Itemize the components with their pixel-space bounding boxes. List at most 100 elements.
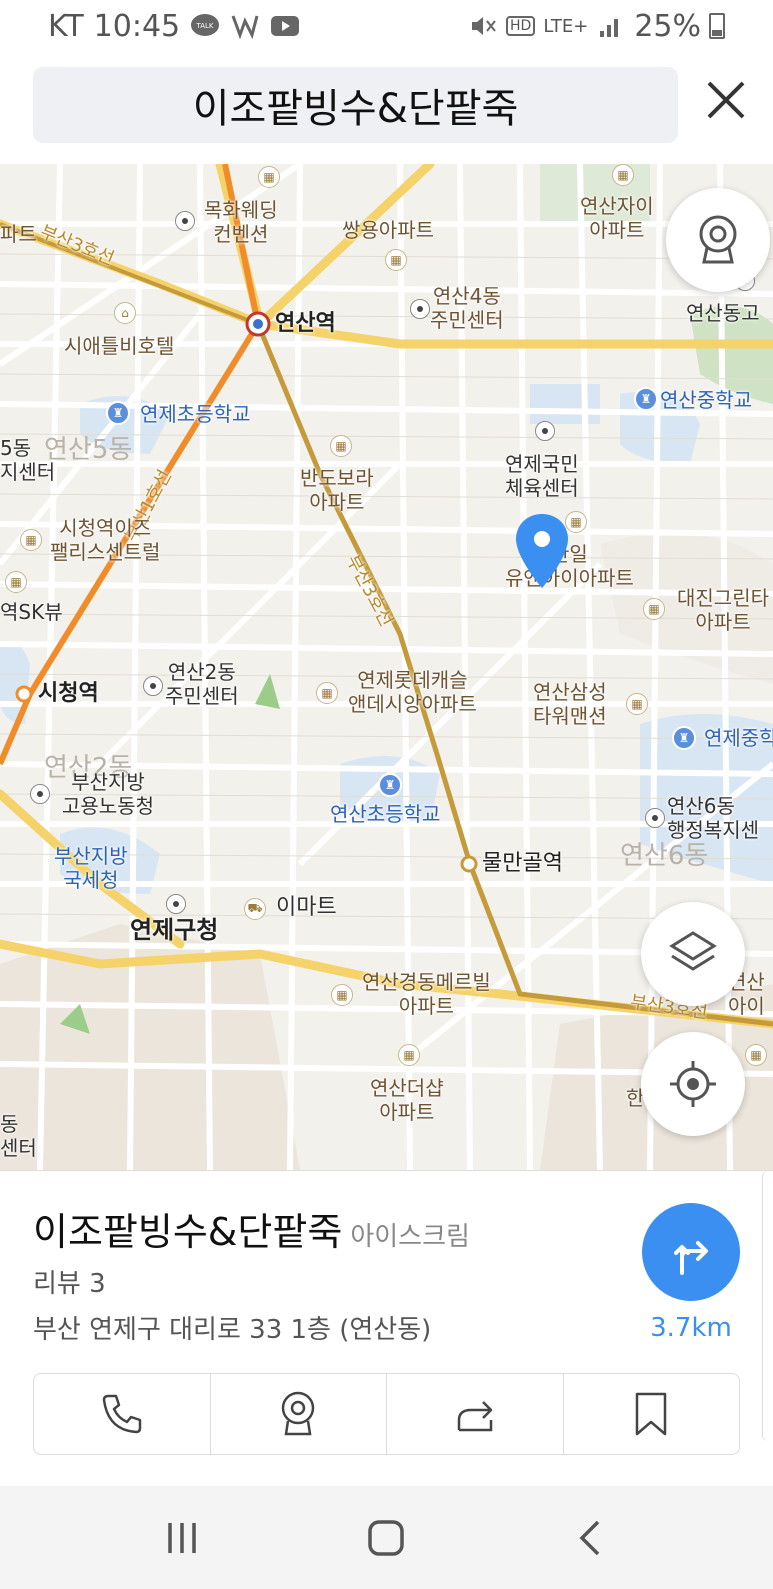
apartment-icon: ▦ — [5, 571, 27, 593]
map-label: 시청역이즈 팰리스센트럴 — [50, 516, 161, 564]
battery-percent-text: 25% — [634, 8, 701, 44]
map-label: 파트 — [0, 222, 37, 246]
map-label: 동 센터 — [0, 1112, 37, 1160]
street-view-icon — [282, 1391, 315, 1436]
place-info-card[interactable]: 이조팥빙수&단팥죽 아이스크림 리뷰 3 부산 연제구 대리로 33 1층 (연산… — [0, 1170, 773, 1486]
map-label: 연산삼성 타워맨션 — [533, 680, 607, 728]
talk-badge-text: TALK — [196, 22, 214, 30]
map-label: 연산2동 주민센터 — [165, 660, 239, 708]
map-label: 이마트 — [276, 895, 337, 920]
building-icon — [645, 808, 665, 828]
map-label: 연산4동 주민센터 — [430, 284, 504, 332]
clock-text: 10:45 — [93, 8, 181, 44]
apartment-icon: ▦ — [331, 984, 353, 1006]
map-label: 연산중학교 — [660, 388, 752, 412]
apartment-icon: ▦ — [258, 166, 280, 188]
apartment-icon: ▦ — [316, 682, 338, 704]
apartment-icon: ▦ — [626, 693, 648, 715]
apartment-icon: ▦ — [612, 164, 634, 186]
roadview-button[interactable] — [211, 1374, 387, 1454]
network-type-text: LTE+ — [543, 15, 589, 37]
apartment-icon: ▦ — [385, 249, 407, 271]
hd-badge: HD — [506, 16, 536, 36]
school-icon: ♜ — [634, 387, 658, 411]
map-label: 시애틀비호텔 — [64, 334, 175, 358]
street-view-button[interactable] — [666, 188, 770, 292]
school-icon: ♜ — [106, 401, 130, 425]
building-icon — [166, 894, 186, 914]
place-address: 부산 연제구 대리로 33 1층 (연산동) — [33, 1315, 432, 1345]
back-button[interactable] — [561, 1508, 621, 1568]
share-button[interactable] — [387, 1374, 564, 1454]
my-location-button[interactable] — [641, 1032, 745, 1136]
school-icon: ♜ — [672, 726, 696, 750]
apartment-icon: ▦ — [20, 529, 42, 551]
map-label: 5동 지센터 — [0, 436, 56, 484]
building-icon — [535, 421, 555, 441]
home-icon — [368, 1519, 405, 1556]
distance-text: 3.7km — [650, 1313, 732, 1343]
map-label: 연산6동 행정복지센 — [667, 794, 759, 842]
building-icon — [175, 211, 195, 231]
map-label: 연산더샵 아파트 — [370, 1076, 444, 1124]
layers-button[interactable] — [641, 902, 745, 1006]
share-icon — [457, 1401, 492, 1432]
search-area: 이조팥빙수&단팥죽 — [0, 52, 773, 164]
back-icon — [579, 1520, 600, 1555]
phone-icon — [102, 1394, 141, 1434]
directions-icon — [674, 1241, 708, 1275]
location-pin-icon[interactable] — [514, 512, 570, 590]
youtube-icon — [270, 11, 300, 41]
carrier-text: KT — [48, 8, 84, 44]
map-label: 연산5동 — [44, 435, 133, 465]
map-label: 연산경동메르빌 아파트 — [362, 970, 491, 1018]
map-label: 대진그린타 아파트 — [677, 586, 769, 634]
map-label: 연제중학 — [704, 726, 773, 750]
review-count[interactable]: 리뷰 3 — [33, 1263, 106, 1300]
layers-icon — [669, 931, 717, 971]
map-label-station: 물만골역 — [482, 851, 563, 876]
close-icon — [707, 81, 745, 119]
action-bar — [33, 1373, 740, 1455]
map-label: 연산6동 — [620, 841, 709, 871]
school-icon: ♜ — [378, 773, 402, 797]
talk-icon: TALK — [190, 11, 220, 41]
map-label: 반도보라 아파트 — [300, 466, 374, 514]
map-label-station: 시청역 — [38, 681, 99, 706]
building-icon — [143, 676, 163, 696]
next-card-edge[interactable] — [762, 1171, 773, 1441]
map-label: 역SK뷰 — [0, 600, 63, 624]
map-label-station: 연제구청 — [130, 916, 219, 944]
map-label: 연제국민 체육센터 — [505, 452, 579, 500]
crosshair-icon — [670, 1061, 716, 1107]
status-right: HD LTE+ 25% — [468, 9, 725, 44]
map-label: 연제롯데캐슬 앤데시앙아파트 — [348, 668, 477, 716]
apartment-icon: ▦ — [745, 1044, 767, 1066]
status-bar: KT 10:45 TALK HD LTE+ 25% — [0, 0, 773, 52]
apartment-icon: ▦ — [398, 1044, 420, 1066]
map-label: 목화웨딩 컨벤션 — [204, 198, 278, 246]
building-icon — [410, 299, 430, 319]
map-label: 연산동고 — [686, 301, 760, 325]
battery-icon — [709, 13, 725, 39]
search-box[interactable]: 이조팥빙수&단팥죽 — [33, 67, 678, 143]
apartment-icon: ▦ — [330, 435, 352, 457]
bookmark-button[interactable] — [564, 1374, 740, 1454]
place-category: 아이스크림 — [350, 1222, 470, 1252]
directions-button[interactable] — [642, 1203, 740, 1301]
system-nav-bar — [0, 1486, 773, 1589]
street-view-icon — [699, 215, 737, 264]
recent-apps-button[interactable] — [152, 1508, 212, 1568]
map-label-station: 연산역 — [275, 311, 336, 336]
home-button[interactable] — [356, 1508, 416, 1568]
place-title[interactable]: 이조팥빙수&단팥죽 아이스크림 — [33, 1201, 470, 1256]
map-label: 쌍용아파트 — [342, 218, 434, 242]
map-view[interactable]: ▦ ▦ ▦ ⌂ ♜ ♜ ▦ ▦ ▦ ▦ ▦ ▦ ▦ ♜ ♜ ⛟ ▦ ▦ ▦ 목화… — [0, 164, 773, 1170]
hotel-icon: ⌂ — [114, 302, 136, 324]
map-label: 부산지방 고용노동청 — [62, 770, 154, 818]
call-button[interactable] — [34, 1374, 211, 1454]
place-name: 이조팥빙수&단팥죽 — [33, 1210, 343, 1254]
signal-icon — [596, 11, 626, 41]
data-saver-icon — [230, 11, 260, 41]
close-button[interactable] — [700, 74, 752, 126]
